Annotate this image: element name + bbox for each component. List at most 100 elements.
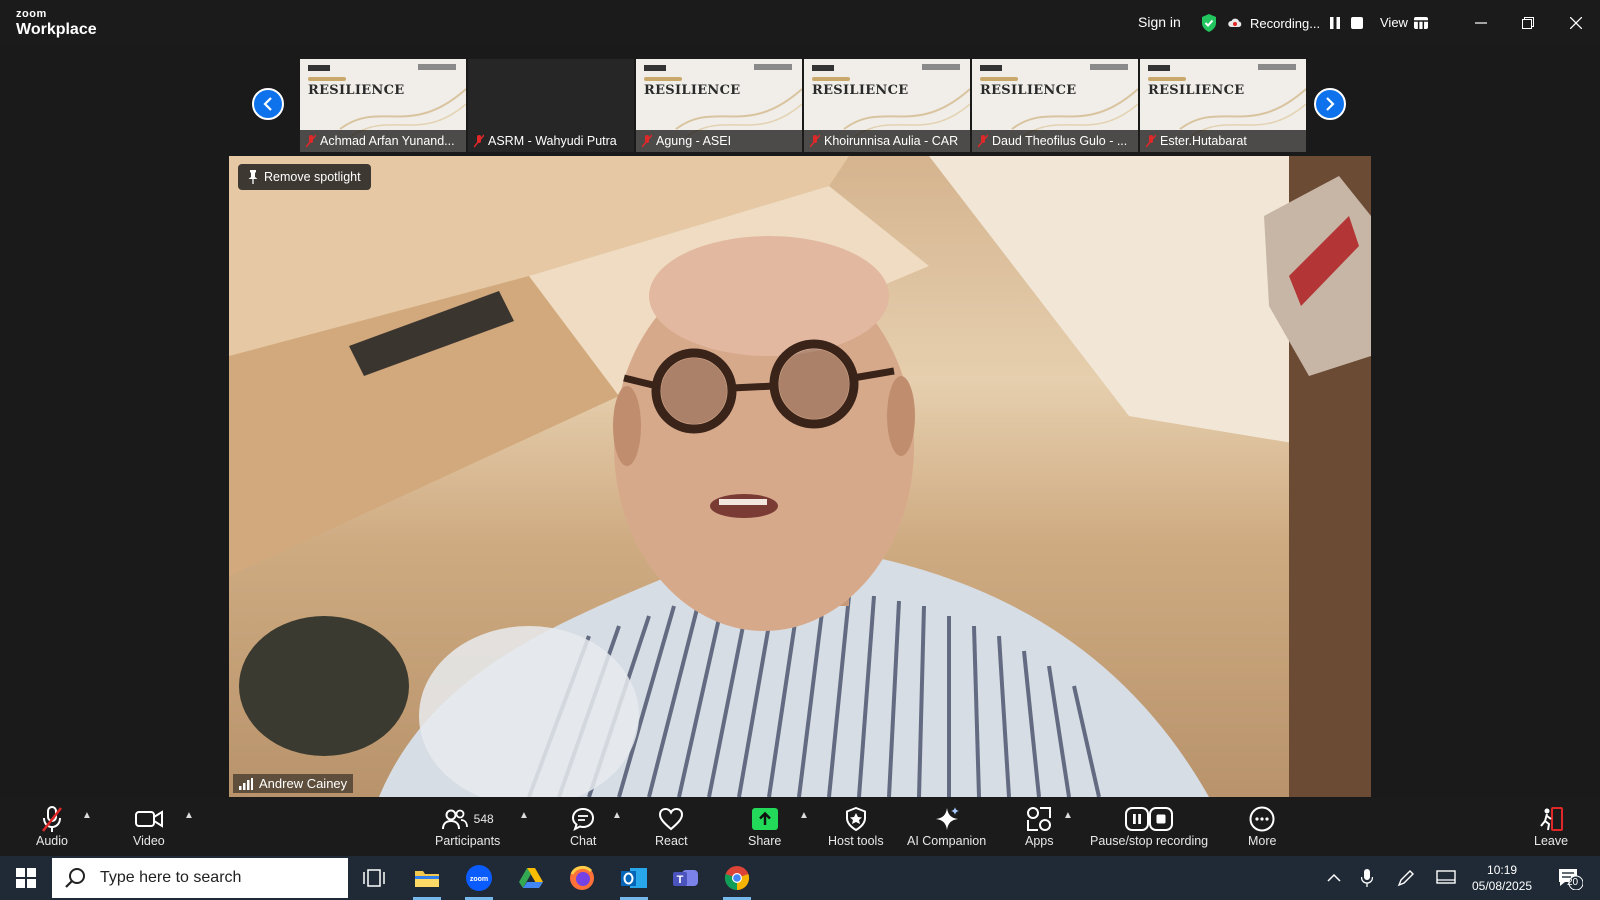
microphone-tray-icon[interactable] [1349,862,1385,894]
next-page-button[interactable] [1314,88,1346,120]
remove-spotlight-label: Remove spotlight [264,170,361,184]
muted-mic-icon [810,134,820,148]
cloud-recording-icon [1228,18,1242,27]
apps-label: Apps [1025,834,1054,848]
chat-button[interactable]: Chat [570,804,596,848]
video-button[interactable]: Video [133,804,165,848]
search-placeholder: Type here to search [100,869,242,886]
host-shield-icon [845,807,866,831]
slide-logo [644,65,666,71]
chrome-icon[interactable] [719,862,755,900]
taskbar-clock[interactable]: 10:19 05/08/2025 [1472,862,1532,894]
remove-spotlight-button[interactable]: Remove spotlight [238,164,371,190]
more-label: More [1248,834,1277,848]
clock-date: 05/08/2025 [1472,879,1533,893]
slide-title: RESILIENCE [1148,83,1245,98]
windows-start-icon[interactable] [8,862,44,894]
show-hidden-icons-chevron-icon[interactable] [1316,862,1352,894]
muted-mic-icon [41,806,62,832]
participant-thumbnail[interactable]: RESILIENCE Khoirunnisa Aulia - CAR [804,59,970,152]
pen-tray-icon[interactable] [1388,862,1424,894]
speaker-name-tag: Andrew Cainey [233,774,354,793]
slide-pill [980,77,1018,81]
taskbar-search-box[interactable]: Type here to search [52,858,348,898]
chat-label: Chat [570,834,597,848]
react-button[interactable]: React [655,804,688,848]
notifications-icon[interactable]: 20 [1552,862,1588,894]
participant-thumbnail[interactable]: RESILIENCE Achmad Arfan Yunand... [300,59,466,152]
apps-button[interactable]: Apps [1025,804,1054,848]
more-button[interactable]: More [1248,804,1276,848]
pause-stop-recording-button[interactable]: Pause/stop recording [1090,804,1208,848]
video-label: Video [133,834,165,848]
slide-title: RESILIENCE [812,83,909,98]
participant-label: Ester.Hutabarat [1140,130,1306,152]
title-bar: zoom Workplace Sign in Recording... View [0,0,1600,46]
view-label: View [1380,15,1408,30]
speaker-name: Andrew Cainey [259,776,348,791]
restore-icon[interactable] [1517,12,1539,34]
meeting-toolbar: Audio ▲ Video ▲ 548 Participants ▲ Chat … [0,798,1600,856]
prev-page-button[interactable] [252,88,284,120]
video-options-caret-icon[interactable]: ▲ [184,810,194,821]
slide-logo-secondary [418,64,456,70]
slide-logo [308,65,330,71]
view-button[interactable]: View [1380,15,1428,30]
grid-view-icon [1413,16,1428,29]
chat-bubble-icon [572,807,595,831]
slide-logo [1148,65,1170,71]
share-options-caret-icon[interactable]: ▲ [799,810,809,821]
apps-options-caret-icon[interactable]: ▲ [1063,810,1073,821]
participant-name: Khoirunnisa Aulia - CAR [824,134,959,148]
participant-thumbnail[interactable]: RESILIENCE Ester.Hutabarat [1140,59,1306,152]
participant-label: Daud Theofilus Gulo - ... [972,130,1138,152]
task-view-icon[interactable] [356,862,392,894]
participants-options-caret-icon[interactable]: ▲ [519,810,529,821]
signal-strength-icon [239,777,253,790]
participant-name: Daud Theofilus Gulo - ... [992,134,1128,148]
participant-thumbnail[interactable]: RESILIENCE Agung - ASEI [636,59,802,152]
participant-name: Agung - ASEI [656,134,732,148]
participant-thumbnail[interactable]: ASRM - Wahyudi Putra [468,59,634,152]
close-icon[interactable] [1565,12,1587,34]
recording-indicator: Recording... [1228,10,1364,36]
pause-recording-icon[interactable] [1328,16,1342,30]
minimize-icon[interactable] [1470,12,1492,34]
chat-options-caret-icon[interactable]: ▲ [612,810,622,821]
encryption-shield-icon[interactable] [1200,13,1218,38]
sign-in-button[interactable]: Sign in [1138,14,1181,30]
share-button[interactable]: Share [748,804,781,848]
zoom-logo: zoom Workplace [16,9,97,38]
brand-bottom: Workplace [16,21,97,38]
teams-icon[interactable]: T [668,862,704,894]
participants-label: Participants [435,834,501,848]
slide-pill [812,77,850,81]
participant-thumbnail[interactable]: RESILIENCE Daud Theofilus Gulo - ... [972,59,1138,152]
ai-companion-button[interactable]: AI Companion [907,804,986,848]
file-explorer-icon[interactable] [409,862,445,900]
zoom-app-icon[interactable]: zoom [461,862,497,900]
participant-name: Achmad Arfan Yunand... [320,134,455,148]
ai-companion-label: AI Companion [907,834,987,848]
share-label: Share [748,834,782,848]
slide-logo [812,65,834,71]
slide-title: RESILIENCE [308,83,405,98]
google-drive-icon[interactable] [513,862,549,894]
audio-button[interactable]: Audio [36,804,68,848]
spotlight-video[interactable]: Remove spotlight Andrew Cainey [229,156,1371,797]
outlook-icon[interactable] [616,862,652,900]
svg-text:T: T [677,874,684,886]
host-tools-button[interactable]: Host tools [828,804,884,848]
leave-button[interactable]: Leave [1534,804,1568,848]
slide-logo-secondary [1258,64,1296,70]
audio-options-caret-icon[interactable]: ▲ [82,810,92,821]
display-tray-icon[interactable] [1428,862,1464,894]
participant-label: Agung - ASEI [636,130,802,152]
participants-button[interactable]: 548 Participants [435,804,500,848]
participants-icon [441,809,468,830]
participant-label: Khoirunnisa Aulia - CAR [804,130,970,152]
slide-title: RESILIENCE [980,83,1077,98]
firefox-icon[interactable] [564,862,600,894]
stop-recording-icon[interactable] [1350,16,1364,30]
share-screen-icon [751,808,778,830]
